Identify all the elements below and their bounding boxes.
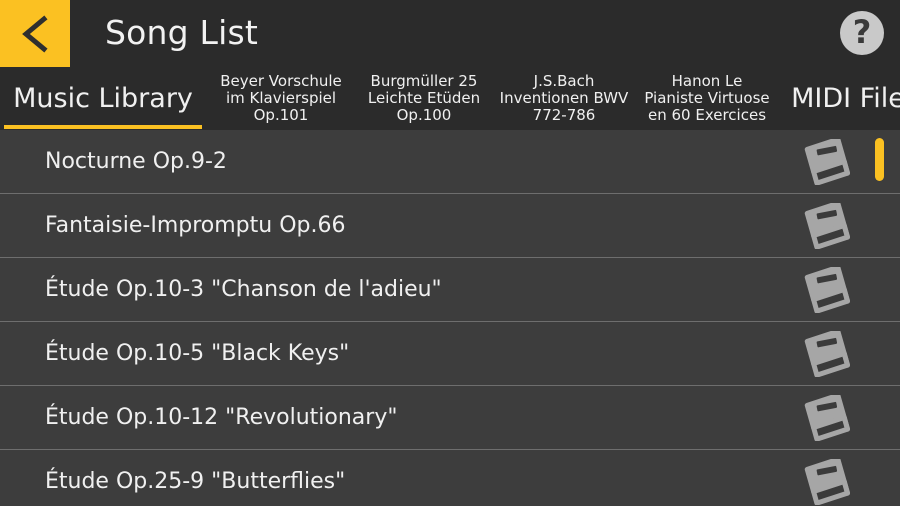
tab-label: Beyer Vorschule im Klavierspiel Op.101: [220, 71, 342, 125]
table-row[interactable]: Étude Op.10-12 "Revolutionary": [0, 385, 900, 449]
chevron-left-icon: [18, 14, 52, 54]
song-title: Étude Op.10-5 "Black Keys": [45, 341, 350, 366]
header-bar: Song List ?: [0, 0, 900, 67]
book-icon[interactable]: [800, 194, 852, 257]
tab-label: Burgmüller 25 Leichte Etüden Op.100: [367, 71, 481, 125]
help-button[interactable]: ?: [840, 11, 884, 55]
song-title: Fantaisie-Impromptu Op.66: [45, 213, 346, 238]
tab-beyer-vorschule-im-klavierspiel-op-101[interactable]: Beyer Vorschule im Klavierspiel Op.101: [205, 67, 357, 130]
book-icon[interactable]: [800, 322, 852, 385]
book-icon[interactable]: [800, 450, 852, 506]
table-row[interactable]: Étude Op.25-9 "Butterflies": [0, 449, 900, 506]
book-icon[interactable]: [800, 130, 852, 193]
question-mark-icon: ?: [852, 13, 872, 51]
tab-j-s-bach-inventionen-bwv-772-786[interactable]: J.S.Bach Inventionen BWV 772-786: [491, 67, 637, 130]
song-title: Nocturne Op.9-2: [45, 149, 227, 174]
vertical-scrollbar[interactable]: [875, 130, 884, 506]
active-tab-underline: [4, 125, 202, 129]
tab-label: Music Library: [13, 82, 193, 114]
table-row[interactable]: Étude Op.10-3 "Chanson de l'adieu": [0, 257, 900, 321]
table-row[interactable]: Fantaisie-Impromptu Op.66: [0, 193, 900, 257]
book-icon[interactable]: [800, 386, 852, 449]
book-icon[interactable]: [800, 258, 852, 321]
tab-label: MIDI Files: [791, 82, 900, 114]
scrollbar-thumb[interactable]: [875, 138, 884, 181]
tab-midi-files[interactable]: MIDI Files: [785, 67, 900, 130]
song-list-screen: Song List ? Music Library Beyer Vorschule…: [0, 0, 900, 506]
tab-hanon-le-pianiste-virtuose-en-60-exercices[interactable]: Hanon Le Pianiste Virtuose en 60 Exercic…: [637, 67, 777, 130]
tab-burgm-ller-25-leichte-et-den-op-100[interactable]: Burgmüller 25 Leichte Etüden Op.100: [357, 67, 491, 130]
table-row[interactable]: Étude Op.10-5 "Black Keys": [0, 321, 900, 385]
tab-music-library[interactable]: Music Library: [4, 67, 202, 130]
song-list: Nocturne Op.9-2 Fantaisie-Impromptu Op.66…: [0, 130, 900, 506]
table-row[interactable]: Nocturne Op.9-2: [0, 130, 900, 193]
back-button[interactable]: [0, 0, 70, 67]
song-title: Étude Op.10-12 "Revolutionary": [45, 405, 398, 430]
tab-label: J.S.Bach Inventionen BWV 772-786: [499, 71, 629, 125]
song-title: Étude Op.25-9 "Butterflies": [45, 469, 346, 494]
tab-bar: Music Library Beyer Vorschule im Klaviers…: [0, 67, 900, 130]
tab-label: Hanon Le Pianiste Virtuose en 60 Exercic…: [644, 71, 770, 125]
song-title: Étude Op.10-3 "Chanson de l'adieu": [45, 277, 442, 302]
page-title: Song List: [105, 13, 258, 52]
